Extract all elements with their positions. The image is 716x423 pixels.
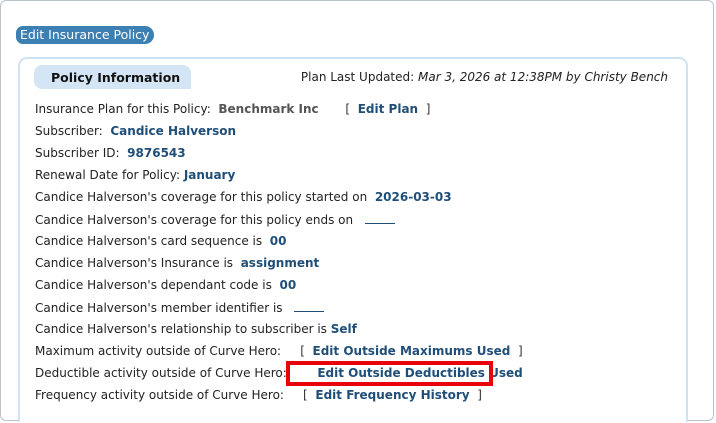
renewal-row: Renewal Date for Policy: January <box>35 167 235 183</box>
deductible-activity-label: Deductible activity outside of Curve Her… <box>35 366 287 380</box>
member-identifier-blank <box>294 299 324 312</box>
coverage-start-row: Candice Halverson's coverage for this po… <box>35 189 452 205</box>
subscriber-row: Subscriber: Candice Halverson <box>35 123 236 139</box>
dependant-code-label: Candice Halverson's dependant code is <box>35 278 272 292</box>
insurance-type-label: Candice Halverson's Insurance is <box>35 256 234 270</box>
card-sequence-label: Candice Halverson's card sequence is <box>35 234 263 248</box>
plan-last-updated-label: Plan Last Updated: <box>300 70 418 84</box>
page-title: Edit Insurance Policy <box>16 26 155 44</box>
bracket-close: ] <box>518 344 523 358</box>
policy-info-tab-label: Policy Information <box>51 70 181 85</box>
subscriber-id-value: 9876543 <box>127 146 186 160</box>
subscriber-id-label: Subscriber ID: <box>35 146 120 160</box>
coverage-end-label: Candice Halverson's coverage for this po… <box>35 213 354 227</box>
relationship-value: Self <box>330 322 357 336</box>
subscriber-link[interactable]: Candice Halverson <box>110 124 236 138</box>
bracket-close: ] <box>477 388 482 402</box>
coverage-start-value: 2026-03-03 <box>374 190 452 204</box>
member-identifier-row: Candice Halverson's member identifier is <box>35 299 324 315</box>
insurance-type-value: assignment <box>240 256 320 270</box>
coverage-start-label: Candice Halverson's coverage for this po… <box>35 190 368 204</box>
coverage-end-value-blank <box>364 211 395 224</box>
insurance-plan-label: Insurance Plan for this Policy: <box>35 102 211 116</box>
insurance-type-row: Candice Halverson's Insurance is assignm… <box>35 255 319 271</box>
frequency-activity-row: Frequency activity outside of Curve Hero… <box>35 387 482 403</box>
plan-last-updated-value: Mar 3, 2026 at 12:38PM by Christy Bench <box>417 70 668 84</box>
highlight-box <box>286 361 493 386</box>
edit-frequency-history-link[interactable]: Edit Frequency History <box>315 388 469 402</box>
edit-outside-maximums-link[interactable]: Edit Outside Maximums Used <box>313 344 511 358</box>
renewal-label: Renewal Date for Policy: <box>35 168 180 182</box>
bracket-open: [ <box>345 102 351 116</box>
insurance-plan-value: Benchmark Inc <box>218 102 319 116</box>
bracket-close: ] <box>425 102 431 116</box>
maximum-activity-label: Maximum activity outside of Curve Hero: <box>35 344 282 358</box>
relationship-label: Candice Halverson's relationship to subs… <box>35 322 327 336</box>
dependant-code-row: Candice Halverson's dependant code is 00 <box>35 277 296 293</box>
bracket-open: [ <box>303 388 308 402</box>
card-sequence-row: Candice Halverson's card sequence is 00 <box>35 233 286 249</box>
frequency-activity-label: Frequency activity outside of Curve Hero… <box>35 388 284 402</box>
subscriber-label: Subscriber: <box>35 124 103 138</box>
policy-info-tab: Policy Information <box>34 65 191 89</box>
member-identifier-label: Candice Halverson's member identifier is <box>35 301 283 315</box>
maximum-activity-row: Maximum activity outside of Curve Hero: … <box>35 343 523 359</box>
subscriber-id-row: Subscriber ID: 9876543 <box>35 145 186 161</box>
dependant-code-value: 00 <box>279 278 297 292</box>
relationship-row: Candice Halverson's relationship to subs… <box>35 321 357 337</box>
card-sequence-value: 00 <box>269 234 287 248</box>
edit-plan-link[interactable]: Edit Plan <box>358 102 418 116</box>
plan-last-updated: Plan Last Updated: Mar 3, 2026 at 12:38P… <box>301 70 668 84</box>
coverage-end-row: Candice Halverson's coverage for this po… <box>35 211 395 227</box>
insurance-plan-row: Insurance Plan for this Policy: Benchmar… <box>35 101 430 117</box>
bracket-open: [ <box>300 344 305 358</box>
renewal-value: January <box>183 168 236 182</box>
